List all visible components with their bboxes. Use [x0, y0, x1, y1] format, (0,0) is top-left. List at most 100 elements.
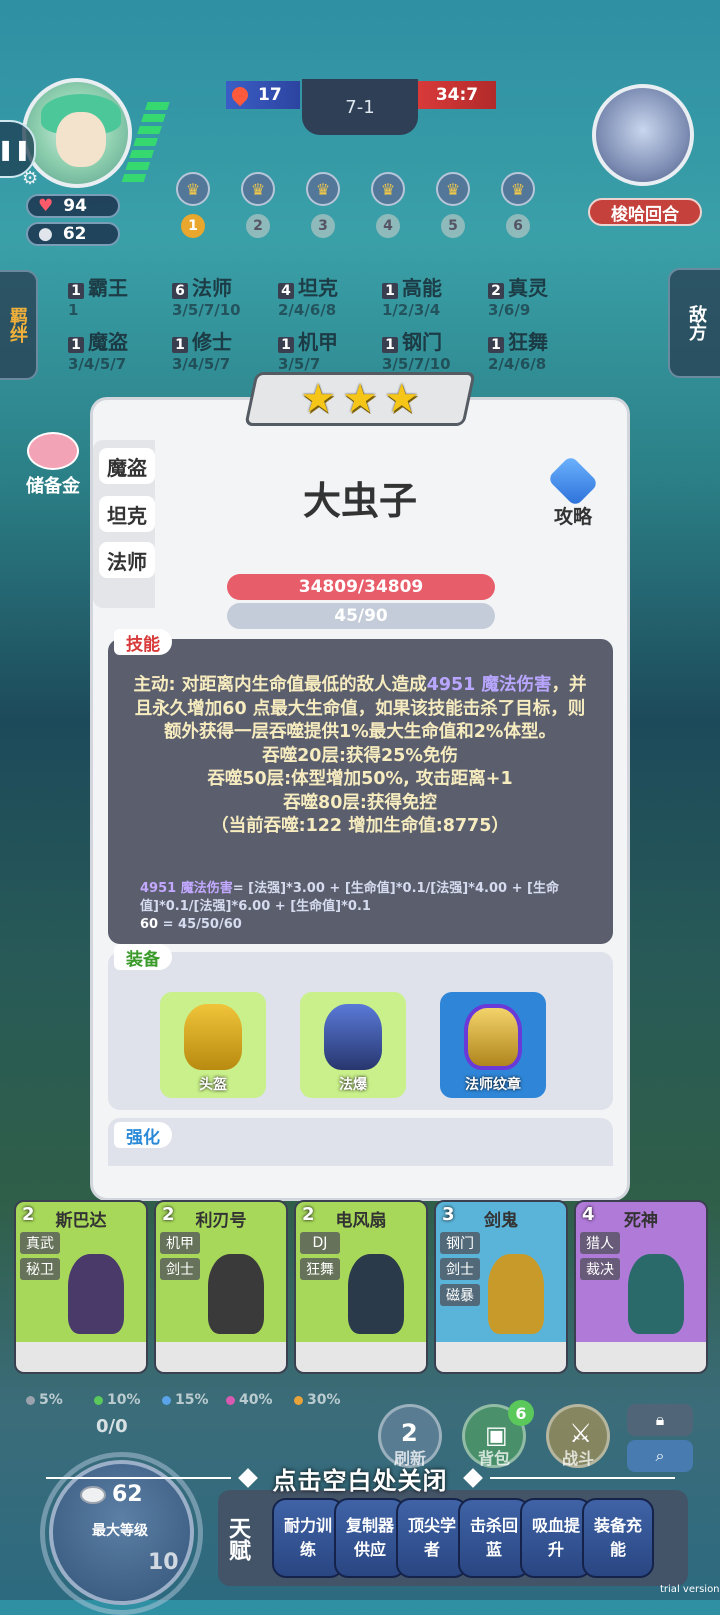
synergy-item[interactable]: 1 高能 1/2/3/4	[382, 272, 492, 319]
odds-tier-2: 10%	[94, 1392, 141, 1408]
close-hint[interactable]: 点击空白处关闭	[0, 1458, 720, 1498]
damage-formula: 4951 魔法伤害= [法强]*3.00 + [生命值]*0.1/[法强]*4.…	[140, 881, 559, 932]
round-step-2: 2	[246, 214, 270, 238]
shop-card[interactable]: 3 剑鬼 钢门 剑士 磁暴	[434, 1200, 568, 1374]
synergy-item[interactable]: 2 真灵 3/6/9	[488, 272, 598, 319]
pause-icon: ❚❚	[0, 137, 31, 161]
round-node-1: ♛	[176, 172, 210, 206]
savings-label: 储备金	[26, 476, 80, 497]
round-step-4: 4	[376, 214, 400, 238]
round-step-5: 5	[441, 214, 465, 238]
round-node-4: ♛	[371, 172, 405, 206]
odds-tier-1: 5%	[26, 1392, 63, 1408]
gauntlet-icon	[324, 1004, 382, 1070]
enemy-avatar[interactable]	[592, 84, 694, 186]
savings-button[interactable]: 储备金	[18, 432, 88, 497]
synergy-item[interactable]: 1 狂舞 2/4/6/8	[488, 326, 598, 373]
odds-tier-3: 15%	[162, 1392, 209, 1408]
emblem-icon	[464, 1004, 522, 1070]
unit-sprite	[488, 1254, 544, 1334]
score-right: 34:7	[418, 81, 496, 109]
hero-mana-bar: 45/90	[227, 603, 495, 629]
refresh-cost: 2	[401, 1419, 418, 1447]
shop-card[interactable]: 2 电风扇 DJ 狂舞	[294, 1200, 428, 1374]
odds-tier-5: 30%	[294, 1392, 341, 1408]
synergy-item[interactable]: 1 霸王 1	[68, 272, 178, 319]
synergy-item[interactable]: 1 魔盗 3/4/5/7	[68, 326, 178, 373]
piggy-bank-icon	[27, 432, 79, 470]
avatar-face	[56, 112, 106, 167]
equipment-helmet[interactable]: 头盔	[160, 992, 266, 1098]
divider	[489, 1477, 675, 1479]
shop-card[interactable]: 4 死神 猎人 裁决	[574, 1200, 708, 1374]
trophy-icon: ♛	[250, 179, 266, 199]
round-indicator: 7-1	[302, 79, 418, 135]
hp-pill: ♥ 94	[26, 194, 120, 218]
talent-item[interactable]: 装备充能	[582, 1498, 654, 1578]
unit-sprite	[348, 1254, 404, 1334]
guide-button[interactable]: 攻略	[536, 454, 610, 532]
hero-traits: 魔盗 坦克 法师	[93, 440, 155, 608]
divider	[45, 1477, 231, 1479]
score-right-value: 34:7	[435, 85, 479, 105]
round-node-3: ♛	[306, 172, 340, 206]
round-step-1: 1	[181, 214, 205, 238]
trophy-icon: ♛	[315, 179, 331, 199]
equipment-burst[interactable]: 法爆	[300, 992, 406, 1098]
round-value: 7-1	[345, 96, 375, 118]
star-icon: ★	[383, 376, 420, 422]
trait-tag[interactable]: 坦克	[99, 496, 155, 532]
trophy-icon: ♛	[185, 179, 201, 199]
hero-hp-bar: 34809/34809	[227, 574, 495, 600]
player-level: 10	[148, 1550, 179, 1575]
enhance-title: 强化	[114, 1122, 172, 1148]
trait-tag[interactable]: 法师	[99, 542, 155, 578]
gear-icon[interactable]: ⚙	[22, 168, 44, 190]
synergy-item[interactable]: 1 钢门 3/5/7/10	[382, 326, 492, 373]
round-node-2: ♛	[241, 172, 275, 206]
tab-enemy[interactable]: 敌方	[668, 268, 720, 378]
tab-synergy[interactable]: 羁绊	[0, 270, 38, 380]
trophy-icon: ♛	[445, 179, 461, 199]
equipment-mage-emblem[interactable]: 法师纹章	[440, 992, 546, 1098]
trait-tag[interactable]: 魔盗	[99, 448, 155, 484]
synergy-item[interactable]: 1 修士 3/4/5/7	[172, 326, 282, 373]
shop-card[interactable]: 2 利刃号 机甲 剑士	[154, 1200, 288, 1374]
helmet-icon	[184, 1004, 242, 1070]
synergy-item[interactable]: 4 坦克 2/4/6/8	[278, 272, 388, 319]
star-rating: ★ ★ ★	[250, 372, 470, 426]
coin-icon: ●	[38, 224, 53, 244]
skill-description: 主动: 对距离内生命值最低的敌人造成4951 魔法伤害，并且永久增加60 点最大…	[133, 675, 587, 836]
guide-label: 攻略	[553, 506, 592, 528]
close-hint-text: 点击空白处关闭	[272, 1466, 448, 1495]
skill-title: 技能	[114, 629, 172, 655]
unit-sprite	[68, 1254, 124, 1334]
shop-card[interactable]: 2 斯巴达 真武 秘卫	[14, 1200, 148, 1374]
score-left: 17	[226, 81, 300, 109]
round-step-3: 3	[311, 214, 335, 238]
max-level-label: 最大等级	[92, 1523, 148, 1539]
bag-count-badge: 6	[508, 1400, 534, 1426]
xp-value: 0/0	[96, 1416, 128, 1437]
heart-icon: ♥	[38, 196, 54, 216]
synergy-item[interactable]: 6 法师 3/5/7/10	[172, 272, 282, 319]
trophy-icon: ♛	[380, 179, 396, 199]
hp-value: 94	[63, 196, 87, 216]
star-icon: ★	[342, 376, 378, 422]
graduation-cap-icon	[546, 454, 600, 508]
diamond-icon	[237, 1468, 258, 1488]
magic-damage-value: 4951 魔法伤害	[426, 675, 552, 695]
synergy-item[interactable]: 1 机甲 3/5/7	[278, 326, 388, 373]
enhance-panel: 强化	[108, 1118, 613, 1166]
trophy-icon: ♛	[510, 179, 526, 199]
fire-icon	[228, 83, 252, 107]
score-left-value: 17	[258, 85, 282, 105]
round-node-6: ♛	[501, 172, 535, 206]
hero-name: 大虫子	[302, 479, 417, 523]
diamond-icon	[462, 1468, 483, 1488]
unit-sprite	[628, 1254, 684, 1334]
talent-label: 天赋	[225, 1517, 250, 1561]
enemy-name: 梭哈回合	[588, 198, 702, 226]
lock-shop-button[interactable]: 🔒︎	[627, 1404, 693, 1436]
round-node-5: ♛	[436, 172, 470, 206]
